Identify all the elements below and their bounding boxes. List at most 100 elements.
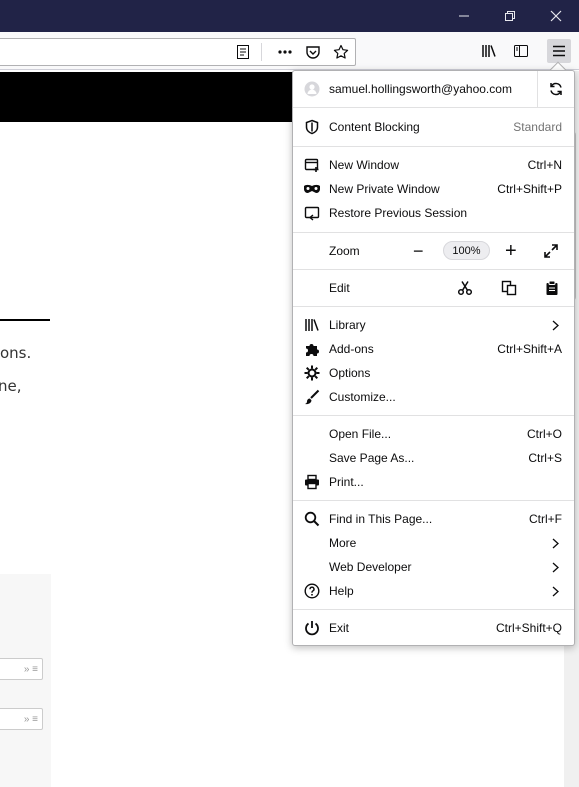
new-window-item[interactable]: New Window Ctrl+N xyxy=(293,153,574,177)
paintbrush-icon xyxy=(303,388,321,406)
editor-toolbar-2[interactable]: » ≡ xyxy=(0,708,43,730)
library-icon xyxy=(482,45,496,57)
navigation-toolbar xyxy=(0,32,579,70)
reader-view-icon xyxy=(237,45,249,59)
editor-toolbar-1[interactable]: » ≡ xyxy=(0,658,43,680)
edit-label: Edit xyxy=(329,281,350,295)
open-menu-button[interactable] xyxy=(547,39,571,63)
help-item[interactable]: Help xyxy=(293,579,574,603)
zoom-row: Zoom − 100% + xyxy=(293,239,574,263)
options-item[interactable]: Options xyxy=(293,361,574,385)
new-window-label: New Window xyxy=(329,158,400,172)
cut-button[interactable] xyxy=(457,280,473,299)
find-in-page-shortcut: Ctrl+F xyxy=(529,512,562,526)
content-blocking-status: Standard xyxy=(513,120,562,134)
bookmark-star-button[interactable] xyxy=(329,40,353,64)
editor-toolbar-1-buttons: » ≡ xyxy=(23,663,38,675)
new-private-window-label: New Private Window xyxy=(329,182,440,196)
scissors-icon xyxy=(457,281,473,296)
addons-item[interactable]: Add-ons Ctrl+Shift+A xyxy=(293,337,574,361)
library-icon xyxy=(303,316,321,334)
print-item[interactable]: Print... xyxy=(293,470,574,494)
reader-view-button[interactable] xyxy=(231,40,255,64)
url-bar[interactable] xyxy=(0,38,356,66)
edit-row: Edit xyxy=(293,276,574,300)
copy-icon xyxy=(501,280,517,296)
find-in-page-item[interactable]: Find in This Page... Ctrl+F xyxy=(293,507,574,531)
options-label: Options xyxy=(329,366,371,380)
more-label: More xyxy=(329,536,357,550)
more-item[interactable]: More xyxy=(293,531,574,555)
sidebar-icon xyxy=(514,45,528,57)
close-button[interactable] xyxy=(533,0,579,32)
editor-toolbar-2-buttons: » ≡ xyxy=(23,713,38,725)
new-window-shortcut: Ctrl+N xyxy=(527,158,562,172)
addons-shortcut: Ctrl+Shift+A xyxy=(497,342,562,356)
save-page-shortcut: Ctrl+S xyxy=(528,451,562,465)
page-text-line-2: ne, xyxy=(0,377,22,395)
new-private-window-item[interactable]: New Private Window Ctrl+Shift+P xyxy=(293,177,574,201)
save-page-label: Save Page As... xyxy=(329,451,415,465)
web-developer-item[interactable]: Web Developer xyxy=(293,555,574,579)
gear-icon xyxy=(303,364,321,382)
pocket-button[interactable] xyxy=(301,40,325,64)
fullscreen-button[interactable] xyxy=(543,243,559,262)
paste-button[interactable] xyxy=(544,280,560,299)
help-label: Help xyxy=(329,584,354,598)
new-private-window-shortcut: Ctrl+Shift+P xyxy=(497,182,562,196)
exit-item[interactable]: Exit Ctrl+Shift+Q xyxy=(293,616,574,640)
library-item[interactable]: Library xyxy=(293,313,574,337)
zoom-label: Zoom xyxy=(329,244,360,258)
menu-separator xyxy=(293,232,574,233)
url-bar-divider xyxy=(261,43,262,61)
zoom-reset-button[interactable]: 100% xyxy=(443,241,490,260)
web-developer-label: Web Developer xyxy=(329,560,412,574)
copy-button[interactable] xyxy=(501,280,517,299)
pocket-icon xyxy=(306,46,320,59)
restore-button[interactable] xyxy=(487,0,533,32)
zoom-in-button[interactable]: + xyxy=(505,240,517,263)
save-page-item[interactable]: Save Page As... Ctrl+S xyxy=(293,446,574,470)
hamburger-icon xyxy=(553,45,565,57)
menu-separator xyxy=(293,107,574,108)
close-icon xyxy=(550,10,562,22)
chevron-right-icon xyxy=(550,561,560,573)
help-icon xyxy=(303,582,321,600)
account-row[interactable]: samuel.hollingsworth@yahoo.com xyxy=(293,77,574,101)
star-icon xyxy=(333,44,349,59)
minimize-button[interactable] xyxy=(441,0,487,32)
menu-separator xyxy=(293,146,574,147)
open-file-item[interactable]: Open File... Ctrl+O xyxy=(293,422,574,446)
puzzle-piece-icon xyxy=(303,340,321,358)
addons-label: Add-ons xyxy=(329,342,374,356)
sync-icon xyxy=(549,82,562,96)
chevron-right-icon xyxy=(550,319,560,331)
sync-now-button[interactable] xyxy=(537,71,573,107)
page-actions-button[interactable] xyxy=(273,40,297,64)
content-blocking-label: Content Blocking xyxy=(329,120,420,134)
menu-separator xyxy=(293,415,574,416)
restore-session-item[interactable]: Restore Previous Session xyxy=(293,201,574,225)
fullscreen-icon xyxy=(544,244,558,258)
content-blocking-item[interactable]: Content Blocking Standard xyxy=(293,115,574,139)
restore-session-icon xyxy=(303,204,321,222)
minimize-icon xyxy=(459,15,469,17)
find-in-page-label: Find in This Page... xyxy=(329,512,433,526)
open-file-shortcut: Ctrl+O xyxy=(526,427,562,441)
library-button[interactable] xyxy=(477,39,501,63)
zoom-out-button[interactable]: − xyxy=(413,241,424,262)
printer-icon xyxy=(303,473,321,491)
page-text-line-1: ons. xyxy=(0,344,32,362)
exit-shortcut: Ctrl+Shift+Q xyxy=(495,621,562,635)
customize-item[interactable]: Customize... xyxy=(293,385,574,409)
account-email: samuel.hollingsworth@yahoo.com xyxy=(329,82,512,96)
menu-separator xyxy=(293,269,574,270)
app-menu-panel: samuel.hollingsworth@yahoo.com Content B… xyxy=(292,70,575,646)
avatar-icon xyxy=(303,80,321,98)
customize-label: Customize... xyxy=(329,390,396,404)
sidebar-button[interactable] xyxy=(509,39,533,63)
open-file-label: Open File... xyxy=(329,427,392,441)
print-label: Print... xyxy=(329,475,364,489)
library-label: Library xyxy=(329,318,366,332)
page-side-panel: » ≡ » ≡ xyxy=(0,574,51,787)
